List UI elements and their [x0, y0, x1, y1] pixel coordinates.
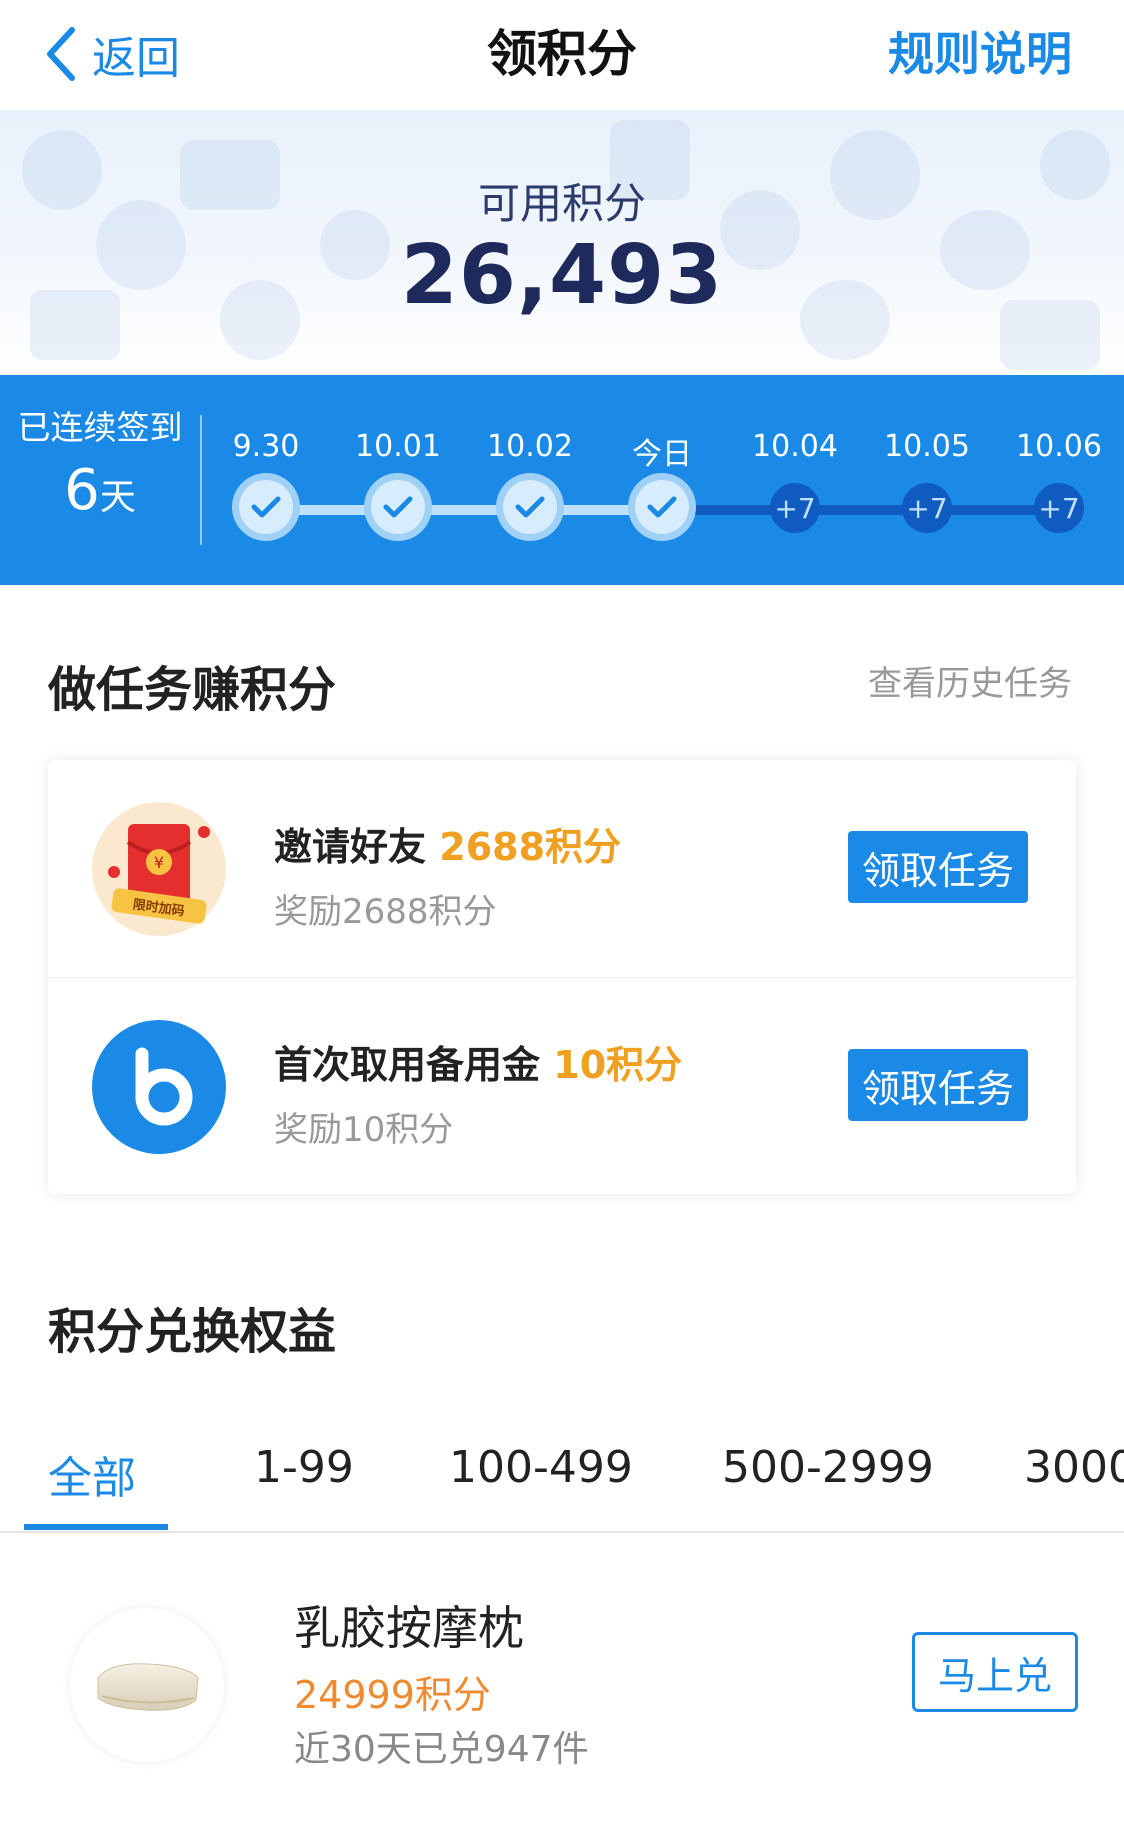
checked-dot: [232, 473, 300, 541]
nav-bar: 返回 领积分 规则说明: [0, 0, 1124, 110]
task-reward: 10积分: [553, 1043, 683, 1087]
b-logo-icon: [92, 1020, 226, 1154]
task-item: ¥ 限时加码 邀请好友 2688积分 奖励2688积分 领取任务: [48, 760, 1076, 977]
active-tab-indicator: [24, 1524, 168, 1530]
task-list: ¥ 限时加码 邀请好友 2688积分 奖励2688积分 领取任务 首次取用备用金…: [48, 760, 1076, 1194]
tasks-section-title: 做任务赚积分: [48, 662, 337, 718]
tab-1-99[interactable]: 1-99: [254, 1442, 354, 1493]
tab-100-499[interactable]: 100-499: [449, 1442, 633, 1493]
check-icon: [515, 496, 545, 518]
streak-count: 6: [64, 458, 100, 523]
day-label: 10.06: [1016, 429, 1102, 464]
bonus-dot: +7: [1034, 483, 1084, 533]
points-banner: 可用积分 26,493: [0, 110, 1124, 375]
day-label: 10.01: [355, 429, 441, 464]
task-item: 首次取用备用金 10积分 奖励10积分 领取任务: [48, 977, 1076, 1195]
exchange-section-title: 积分兑换权益: [48, 1304, 337, 1360]
check-icon: [383, 496, 413, 518]
streak-days: 6天: [0, 461, 200, 534]
tab-500-2999[interactable]: 500-2999: [722, 1442, 934, 1493]
check-icon: [647, 496, 677, 518]
check-icon: [251, 496, 281, 518]
bonus-dot: +7: [902, 483, 952, 533]
history-tasks-link[interactable]: 查看历史任务: [868, 656, 1072, 705]
points-label: 可用积分: [477, 179, 646, 228]
red-envelope-icon: ¥ 限时加码: [92, 802, 226, 936]
day-label: 9.30: [232, 429, 300, 464]
checked-dot: [364, 473, 432, 541]
checked-dot: [496, 473, 564, 541]
progress-track-done: [266, 505, 666, 515]
product-sold-count: 近30天已兑947件: [294, 1729, 589, 1770]
price-filter-tabs: 全部 1-99 100-499 500-2999 3000: [0, 1410, 1124, 1530]
pillow-image: [70, 1608, 224, 1762]
task-reward: 2688积分: [439, 825, 622, 869]
rules-link[interactable]: 规则说明: [888, 22, 1072, 86]
task-name: 邀请好友 2688积分: [274, 816, 621, 871]
task-desc: 奖励2688积分: [274, 892, 497, 932]
streak-summary: 已连续签到 6天: [0, 405, 200, 534]
task-desc: 奖励10积分: [274, 1110, 454, 1150]
task-name: 首次取用备用金 10积分: [274, 1034, 682, 1089]
day-label: 10.04: [752, 429, 838, 464]
streak-unit: 天: [99, 477, 136, 518]
product-name: 乳胶按摩枕: [294, 1601, 524, 1655]
divider: [0, 1531, 1124, 1533]
bonus-dot: +7: [770, 483, 820, 533]
product-item[interactable]: 乳胶按摩枕 24999积分 近30天已兑947件 马上兑: [0, 1534, 1124, 1848]
day-label: 10.02: [487, 429, 573, 464]
tab-3000[interactable]: 3000: [1024, 1442, 1124, 1493]
task-title: 邀请好友: [274, 825, 427, 869]
checked-dot: [628, 473, 696, 541]
checkin-strip: 已连续签到 6天 9.30 10.01 10.02 今日 10.04 +7 10…: [0, 375, 1124, 585]
redeem-button[interactable]: 马上兑: [912, 1632, 1078, 1712]
claim-task-button[interactable]: 领取任务: [848, 831, 1028, 903]
points-value: 26,493: [400, 228, 724, 323]
day-label: 今日: [632, 437, 692, 472]
progress-track-pending: [664, 505, 1060, 515]
product-price: 24999积分: [294, 1673, 491, 1717]
claim-task-button[interactable]: 领取任务: [848, 1049, 1028, 1121]
tab-all[interactable]: 全部: [48, 1442, 136, 1506]
svg-text:¥: ¥: [154, 853, 164, 872]
day-label: 10.05: [884, 429, 970, 464]
streak-label: 已连续签到: [17, 408, 183, 447]
task-title: 首次取用备用金: [274, 1043, 541, 1087]
